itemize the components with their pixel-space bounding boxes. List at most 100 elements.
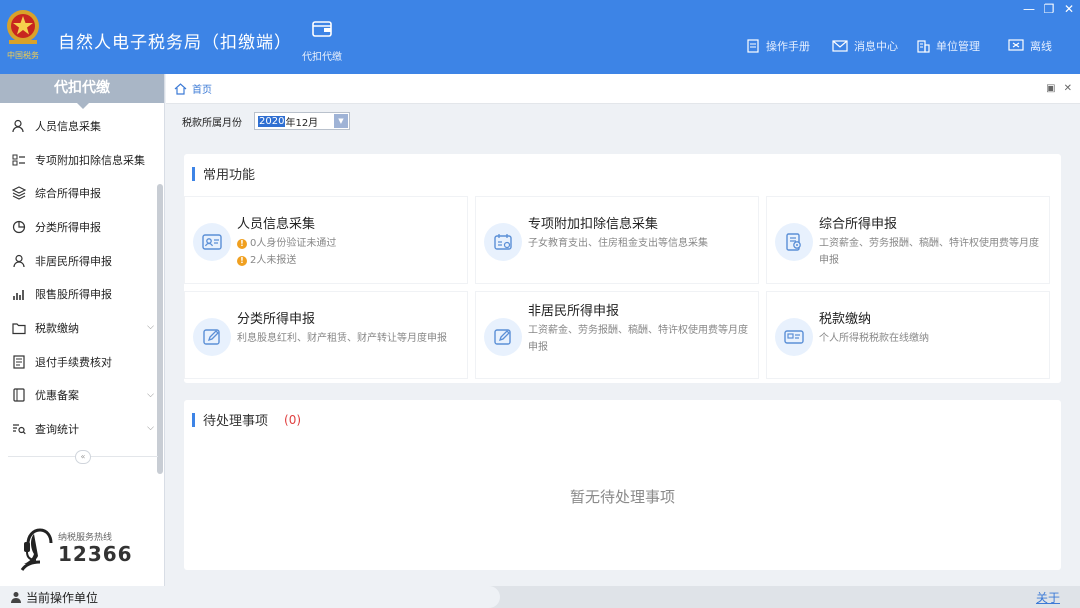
tile-classified-income[interactable]: 分类所得申报 利息股息红利、财产租赁、财产转让等月度申报	[184, 291, 468, 379]
tile-title: 人员信息采集	[237, 217, 316, 232]
offline-button[interactable]: 离线	[1008, 36, 1052, 56]
tile-desc: 利息股息红利、财产租赁、财产转让等月度申报	[237, 333, 447, 344]
close-icon: ✕	[1063, 2, 1075, 16]
tile-desc: 工资薪金、劳务报酬、稿酬、特许权使用费等月度申报	[528, 325, 748, 353]
tile-warnings: ! 0人身份验证未通过 ! 2人未报送	[237, 235, 462, 269]
sidebar-item-query-statistics[interactable]: 查询统计 ⌵	[0, 412, 164, 446]
id-card-icon	[193, 223, 231, 261]
sidebar-item-label: 限售股所得申报	[35, 288, 112, 302]
tile-title: 非居民所得申报	[528, 304, 620, 319]
tile-tax-payment[interactable]: 税款缴纳 个人所得税税款在线缴纳	[766, 291, 1050, 379]
tab-withholding[interactable]: 代扣代缴	[296, 18, 348, 63]
sidebar-item-refund-check[interactable]: 退付手续费核对	[0, 345, 164, 379]
sidebar-header: 代扣代缴	[0, 74, 164, 109]
sidebar-item-special-deduction[interactable]: 专项附加扣除信息采集	[0, 143, 164, 177]
tile-desc: 子女教育支出、住房租金支出等信息采集	[528, 238, 708, 249]
file-icon	[12, 388, 26, 402]
hotline-number: 12366	[58, 542, 133, 566]
message-center-button[interactable]: 消息中心	[832, 36, 898, 56]
sidebar-item-label: 税款缴纳	[35, 321, 79, 335]
restore-icon: ❐	[1043, 2, 1055, 16]
tile-desc: 个人所得税税款在线缴纳	[819, 333, 929, 344]
unit-management-label: 单位管理	[936, 40, 980, 53]
sidebar-item-comprehensive-income[interactable]: 综合所得申报	[0, 176, 164, 210]
payment-card-icon	[775, 318, 813, 356]
app-title: 自然人电子税务局（扣缴端）	[58, 33, 292, 53]
sidebar-item-label: 优惠备案	[35, 389, 79, 403]
offline-label: 离线	[1030, 40, 1052, 53]
bar-chart-icon	[12, 287, 26, 301]
breadcrumb: 首页 ▣ ✕	[166, 74, 1080, 104]
warning-line: ! 0人身份验证未通过	[237, 235, 462, 252]
sidebar-item-classified-income[interactable]: 分类所得申报	[0, 210, 164, 244]
sidebar-item-restricted-stock[interactable]: 限售股所得申报	[0, 277, 164, 311]
tile-special-deduction[interactable]: 专项附加扣除信息采集 子女教育支出、住房租金支出等信息采集	[475, 196, 759, 284]
manual-button[interactable]: 操作手册	[746, 36, 810, 56]
report-icon	[775, 223, 813, 261]
search-list-icon	[12, 422, 26, 436]
close-tab-icon[interactable]: ✕	[1064, 83, 1072, 94]
layers-icon	[12, 186, 26, 200]
tax-period-month: 年12月	[285, 117, 319, 129]
sidebar-item-nonresident-income[interactable]: 非居民所得申报	[0, 244, 164, 278]
sidebar-item-personnel-collection[interactable]: 人员信息采集	[0, 109, 164, 143]
tile-comprehensive-income[interactable]: 综合所得申报 工资薪金、劳务报酬、稿酬、特许权使用费等月度申报	[766, 196, 1050, 284]
dropdown-arrow-icon[interactable]: ▼	[334, 114, 348, 128]
sidebar-scrollbar[interactable]	[157, 184, 163, 474]
minimize-icon: —	[1023, 2, 1035, 16]
wallet-icon	[312, 21, 332, 37]
edit-icon	[484, 318, 522, 356]
user-icon	[11, 592, 21, 603]
warning-text: 2人未报送	[250, 255, 297, 266]
sidebar-item-label: 查询统计	[35, 423, 79, 437]
tax-period-label: 税款所属月份	[182, 117, 242, 129]
chevron-down-icon: ⌵	[147, 389, 154, 400]
manual-label: 操作手册	[766, 40, 810, 53]
tax-period-select[interactable]: 2020 年12月 ▼	[254, 112, 350, 130]
warning-text: 0人身份验证未通过	[250, 238, 337, 249]
building-icon	[917, 40, 930, 53]
list-icon	[12, 153, 26, 167]
service-hotline: 纳税服务热线 12366	[20, 526, 140, 574]
tile-personnel-collection[interactable]: 人员信息采集 ! 0人身份验证未通过 ! 2人未报送	[184, 196, 468, 284]
headset-person-icon	[20, 528, 53, 571]
edit-icon	[193, 318, 231, 356]
main-content: 首页 ▣ ✕ 税款所属月份 2020 年12月 ▼ 常用功能 人员信息采集 ! 0…	[166, 74, 1080, 586]
minimize-button[interactable]: —	[1018, 0, 1040, 18]
status-bar: 当前操作单位 关于	[0, 586, 1080, 608]
sidebar-item-tax-payment[interactable]: 税款缴纳 ⌵	[0, 311, 164, 345]
sidebar-item-label: 退付手续费核对	[35, 355, 112, 369]
tax-period-row: 税款所属月份 2020 年12月 ▼	[182, 112, 350, 130]
tile-nonresident-income[interactable]: 非居民所得申报 工资薪金、劳务报酬、稿酬、特许权使用费等月度申报	[475, 291, 759, 379]
chevron-down-icon: ⌵	[147, 423, 154, 434]
restore-button[interactable]: ❐	[1038, 0, 1060, 18]
close-window-button[interactable]: ✕	[1058, 0, 1080, 18]
collapse-sidebar-button[interactable]: «	[75, 450, 91, 464]
tile-title: 分类所得申报	[237, 312, 316, 327]
chevron-down-icon: ⌵	[147, 322, 154, 333]
sidebar-item-label: 非居民所得申报	[35, 254, 112, 268]
pending-items-card: 待处理事项 (0) 暂无待处理事项	[184, 400, 1061, 570]
offline-icon	[1008, 39, 1024, 51]
person-icon	[12, 119, 26, 133]
mail-icon	[832, 40, 848, 52]
common-functions-title: 常用功能	[192, 164, 255, 183]
current-unit-status: 当前操作单位	[0, 586, 500, 608]
document-icon	[12, 355, 26, 369]
empty-pending-message: 暂无待处理事项	[569, 488, 675, 506]
tile-desc: 工资薪金、劳务报酬、稿酬、特许权使用费等月度申报	[819, 238, 1039, 266]
manual-icon	[747, 39, 759, 53]
warning-icon: !	[237, 255, 247, 266]
tab-withholding-label: 代扣代缴	[302, 52, 342, 63]
sidebar-item-label: 专项附加扣除信息采集	[35, 153, 145, 167]
sidebar-item-label: 综合所得申报	[35, 187, 101, 201]
about-link[interactable]: 关于	[1036, 589, 1060, 606]
breadcrumb-home[interactable]: 首页	[192, 81, 212, 96]
national-emblem-icon: 中国税务	[7, 10, 39, 60]
unit-management-button[interactable]: 单位管理	[916, 36, 980, 56]
sidebar-item-preferential-filing[interactable]: 优惠备案 ⌵	[0, 379, 164, 413]
calendar-icon	[484, 223, 522, 261]
warning-line: ! 2人未报送	[237, 252, 462, 269]
maximize-tab-icon[interactable]: ▣	[1046, 83, 1055, 94]
sidebar: 代扣代缴 人员信息采集 专项附加扣除信息采集 综合所得申报 分类所得申报 非居民…	[0, 74, 165, 586]
